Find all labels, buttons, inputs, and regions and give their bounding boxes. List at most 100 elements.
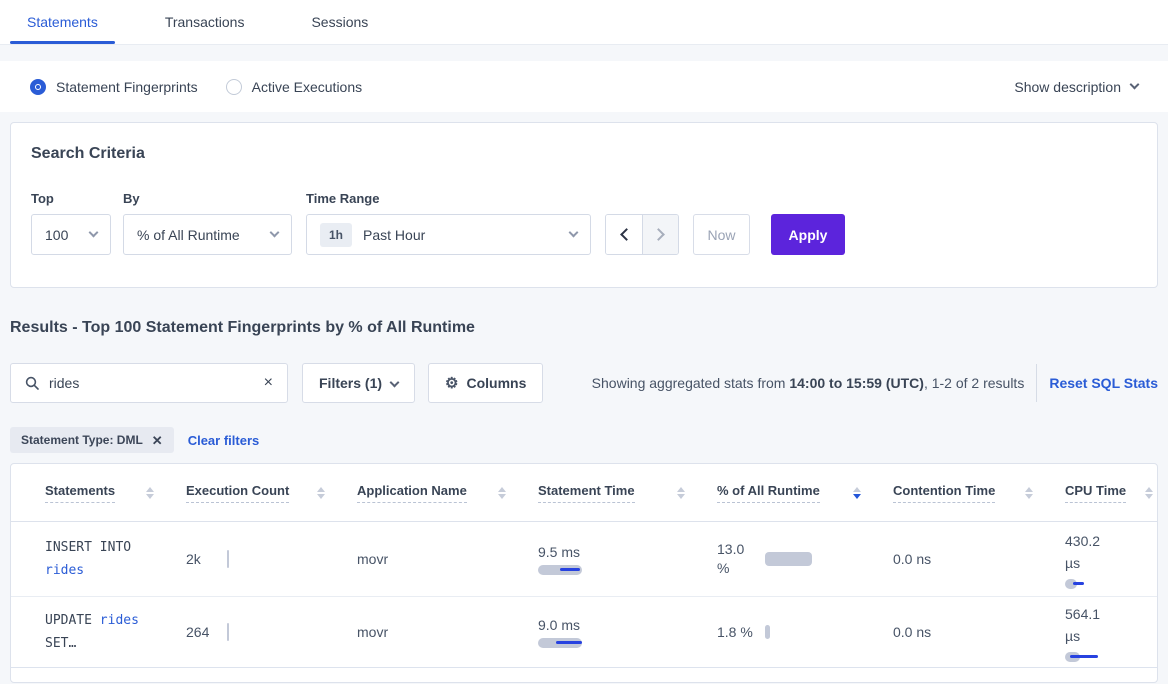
- application-name-cell: movr: [357, 551, 538, 567]
- stats-text: Showing aggregated stats from 14:00 to 1…: [592, 375, 1025, 391]
- column-header-cpu-time[interactable]: CPU Time: [1065, 483, 1157, 503]
- statement-link[interactable]: rides: [100, 613, 139, 628]
- execution-count-cell: 2k: [186, 550, 357, 568]
- remove-filter-icon[interactable]: ✕: [152, 434, 163, 447]
- statement-text: SET…: [45, 636, 76, 651]
- tab-label: Sessions: [311, 14, 368, 30]
- filters-button[interactable]: Filters (1): [302, 363, 415, 403]
- column-header-contention-time[interactable]: Contention Time: [893, 483, 1065, 503]
- runtime-pct-cell: 13.0 %: [717, 540, 893, 578]
- filter-chip-label: Statement Type: DML: [21, 433, 143, 447]
- next-time-button[interactable]: [642, 215, 678, 254]
- execution-count-bar: [227, 623, 229, 641]
- time-range-value: Past Hour: [363, 227, 425, 243]
- cpu-time-bar: [1065, 652, 1108, 662]
- chevron-down-icon: [89, 228, 99, 238]
- now-button[interactable]: Now: [693, 214, 750, 255]
- cpu-time-cell: 430.2 µs: [1065, 530, 1157, 589]
- tab-statements[interactable]: Statements: [10, 0, 115, 44]
- time-range-badge: 1h: [320, 223, 352, 247]
- filters-button-label: Filters (1): [319, 375, 382, 391]
- radio-label: Active Executions: [252, 79, 363, 95]
- chevron-right-icon: [652, 228, 665, 241]
- sort-icon[interactable]: [677, 487, 685, 499]
- chevron-down-icon: [390, 377, 400, 387]
- radio-unselected-icon[interactable]: [226, 79, 242, 95]
- columns-button[interactable]: ⚙ Columns: [428, 363, 543, 403]
- sort-icon[interactable]: [1025, 487, 1033, 499]
- top-label: Top: [31, 191, 123, 206]
- statement-link[interactable]: rides: [45, 563, 84, 578]
- filter-chips-row: Statement Type: DML ✕ Clear filters: [10, 427, 1158, 453]
- clear-filters-link[interactable]: Clear filters: [188, 433, 260, 448]
- sort-icon[interactable]: [146, 487, 154, 499]
- statement-text: UPDATE: [45, 613, 100, 628]
- view-options-bar: Statement Fingerprints Active Executions…: [0, 61, 1168, 112]
- radio-active-executions[interactable]: Active Executions: [226, 79, 363, 95]
- columns-button-label: Columns: [466, 375, 526, 391]
- column-header-execution-count[interactable]: Execution Count: [186, 483, 357, 503]
- sort-icon[interactable]: [498, 487, 506, 499]
- statement-time-bar: [538, 638, 610, 648]
- show-description-toggle[interactable]: Show description: [1014, 79, 1138, 95]
- execution-count-cell: 264: [186, 623, 357, 641]
- sort-icon[interactable]: [1145, 487, 1153, 499]
- column-header-runtime-pct[interactable]: % of All Runtime: [717, 483, 893, 503]
- table-row: UPDATE rides SET…264movr9.0 ms1.8 %0.0 n…: [11, 597, 1157, 668]
- column-header-statements[interactable]: Statements: [11, 483, 186, 503]
- statement-time-cell: 9.5 ms: [538, 544, 717, 575]
- search-criteria-title: Search Criteria: [31, 145, 1137, 163]
- search-input[interactable]: rides ×: [10, 363, 288, 403]
- execution-count-bar: [227, 550, 229, 568]
- radio-label: Statement Fingerprints: [56, 79, 198, 95]
- search-input-value: rides: [49, 375, 79, 391]
- tab-transactions[interactable]: Transactions: [148, 0, 262, 44]
- sort-icon[interactable]: [317, 487, 325, 499]
- search-criteria-form: Top 100 By % of All Runtime Time Range 1…: [31, 191, 1137, 255]
- statement-cell[interactable]: UPDATE rides SET…: [11, 609, 186, 655]
- radio-selected-icon[interactable]: [30, 79, 46, 95]
- search-icon: [25, 376, 39, 390]
- time-range-arrows: [605, 214, 679, 255]
- tab-label: Transactions: [165, 14, 245, 30]
- top-select-value: 100: [45, 227, 68, 243]
- reset-sql-stats-link[interactable]: Reset SQL Stats: [1049, 375, 1158, 391]
- tab-label: Statements: [27, 14, 98, 30]
- statement-text: INSERT INTO: [45, 540, 131, 555]
- search-criteria-card: Search Criteria Top 100 By % of All Runt…: [10, 122, 1158, 288]
- stats-summary: Showing aggregated stats from 14:00 to 1…: [592, 364, 1158, 402]
- table-body: INSERT INTO rides2kmovr9.5 ms13.0 %0.0 n…: [11, 522, 1157, 682]
- runtime-pct-bar: [765, 625, 770, 639]
- apply-button[interactable]: Apply: [771, 214, 845, 255]
- top-tab-bar: Statements Transactions Sessions: [0, 0, 1168, 45]
- statement-time-bar: [538, 565, 610, 575]
- tab-sessions[interactable]: Sessions: [294, 0, 385, 44]
- runtime-pct-cell: 1.8 %: [717, 623, 893, 642]
- vertical-divider: [1036, 364, 1037, 402]
- column-header-application-name[interactable]: Application Name: [357, 483, 538, 503]
- by-select-value: % of All Runtime: [137, 227, 240, 243]
- previous-time-button[interactable]: [606, 215, 642, 254]
- filter-chip-statement-type[interactable]: Statement Type: DML ✕: [10, 427, 174, 453]
- contention-time-cell: 0.0 ns: [893, 624, 1065, 640]
- by-label: By: [123, 191, 306, 206]
- statement-time-cell: 9.0 ms: [538, 617, 717, 648]
- by-select[interactable]: % of All Runtime: [123, 214, 292, 255]
- top-select[interactable]: 100: [31, 214, 111, 255]
- chevron-down-icon: [270, 228, 280, 238]
- gear-icon: ⚙: [445, 376, 458, 391]
- time-range-select[interactable]: 1h Past Hour: [306, 214, 591, 255]
- sort-desc-icon[interactable]: [853, 487, 861, 499]
- time-range-label: Time Range: [306, 191, 605, 206]
- chevron-left-icon: [620, 228, 633, 241]
- column-header-statement-time[interactable]: Statement Time: [538, 483, 717, 503]
- clear-search-icon[interactable]: ×: [264, 375, 273, 391]
- cpu-time-cell: 564.1 µs: [1065, 603, 1157, 662]
- radio-statement-fingerprints[interactable]: Statement Fingerprints: [30, 79, 198, 95]
- table-row: INSERT INTO rides2kmovr9.5 ms13.0 %0.0 n…: [11, 522, 1157, 597]
- show-description-label: Show description: [1014, 79, 1121, 95]
- table-header-row: Statements Execution Count Application N…: [11, 464, 1157, 522]
- results-heading: Results - Top 100 Statement Fingerprints…: [10, 319, 1158, 337]
- statement-cell[interactable]: INSERT INTO rides: [11, 536, 186, 582]
- cpu-time-bar: [1065, 579, 1105, 589]
